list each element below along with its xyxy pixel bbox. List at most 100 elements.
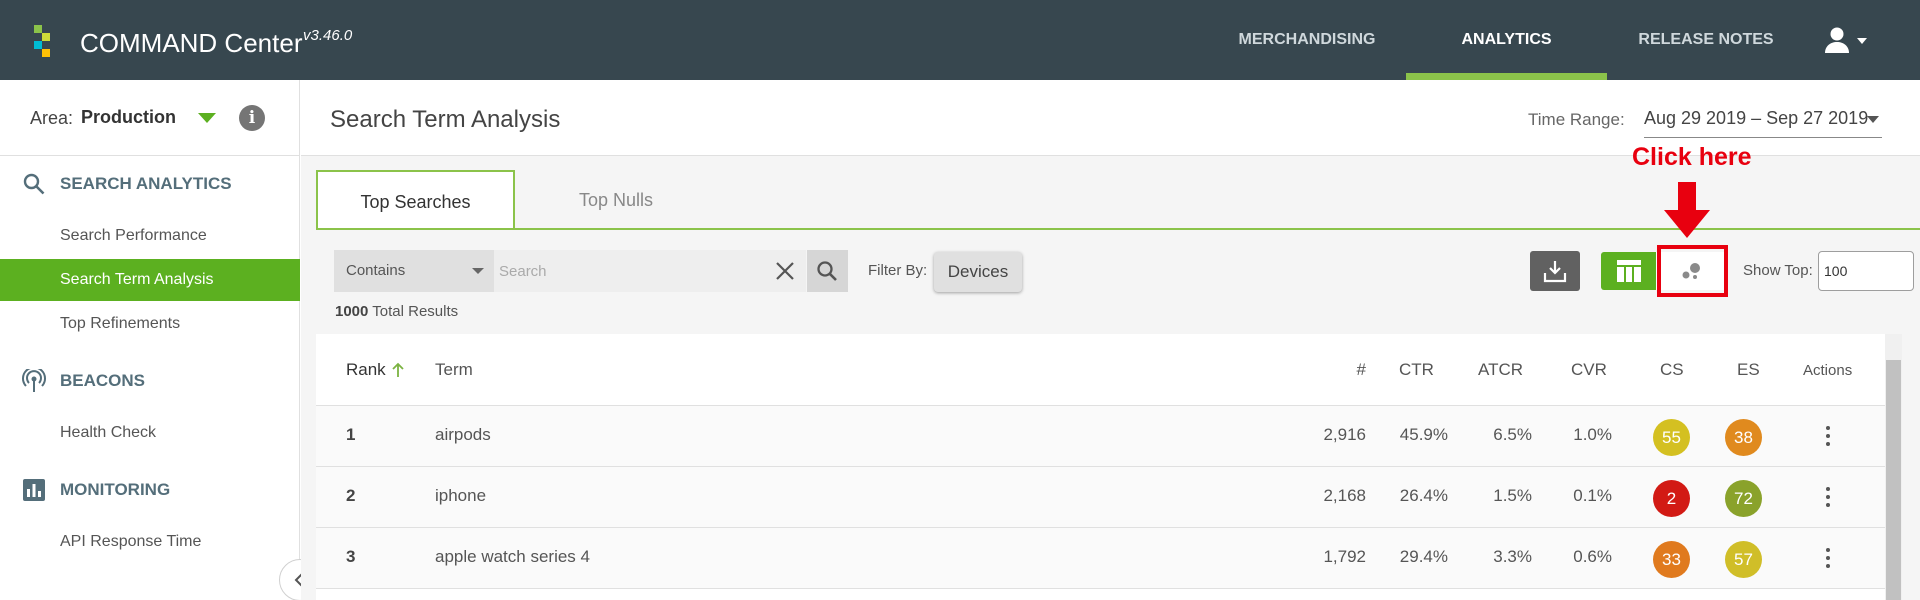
es-badge: 57: [1725, 541, 1762, 578]
section-monitoring: MONITORING: [0, 470, 300, 510]
es-badge: 72: [1725, 480, 1762, 517]
beacon-icon: [22, 366, 46, 393]
term-cell[interactable]: apple watch series 4: [435, 547, 590, 567]
sidebar-item-search-term-analysis[interactable]: Search Term Analysis: [0, 259, 300, 301]
match-type-value: Contains: [346, 262, 406, 279]
match-type-select[interactable]: Contains: [334, 250, 494, 292]
sidebar-item-api-response-time[interactable]: API Response Time: [0, 521, 300, 563]
close-icon[interactable]: [774, 260, 796, 282]
area-label: Area:: [30, 108, 74, 128]
sidebar: Area: Production i SEARCH ANALYTICS Sear…: [0, 80, 300, 600]
rank-cell: 3: [346, 547, 356, 566]
section-title: MONITORING: [60, 480, 171, 499]
highlight-box: [1657, 245, 1728, 297]
cs-badge: 2: [1653, 480, 1690, 517]
nav-analytics[interactable]: ANALYTICS: [1406, 0, 1607, 80]
time-range-select[interactable]: Aug 29 2019 – Sep 27 2019: [1644, 100, 1882, 138]
section-title: SEARCH ANALYTICS: [60, 174, 232, 193]
table-view-button[interactable]: [1601, 252, 1656, 290]
cs-badge: 33: [1653, 541, 1690, 578]
total-results: 1000 Total Results: [335, 303, 458, 320]
chart-icon: [22, 478, 46, 502]
user-icon[interactable]: [1824, 26, 1850, 54]
ctr-cell: 29.4%: [1399, 547, 1448, 566]
count-cell: 2,168: [1323, 486, 1366, 505]
col-cvr[interactable]: CVR: [1571, 360, 1607, 380]
col-term[interactable]: Term: [435, 360, 473, 380]
more-actions-icon[interactable]: [1816, 485, 1840, 509]
term-cell[interactable]: airpods: [435, 425, 491, 445]
count-cell: 2,916: [1323, 425, 1366, 444]
table-header: Rank Term # CTR ATCR CVR CS ES Actions: [316, 334, 1885, 406]
top-bar: COMMAND Center v3.46.0 MERCHANDISING ANA…: [0, 0, 1920, 80]
sidebar-item-health-check[interactable]: Health Check: [0, 412, 300, 454]
chevron-down-icon: [472, 268, 484, 274]
time-range-value: Aug 29 2019 – Sep 27 2019: [1644, 108, 1869, 128]
atcr-cell: 3.3%: [1493, 547, 1532, 566]
cvr-cell: 0.1%: [1573, 486, 1612, 505]
chevron-down-icon[interactable]: [198, 113, 216, 123]
arrow-down-icon: [1664, 182, 1710, 238]
table-row[interactable]: 1 airpods 2,916 45.9% 6.5% 1.0% 55 38: [316, 406, 1885, 467]
col-cs[interactable]: CS: [1660, 360, 1684, 380]
sort-ascending-icon[interactable]: [391, 362, 405, 378]
table-row[interactable]: 2 iphone 2,168 26.4% 1.5% 0.1% 2 72: [316, 467, 1885, 528]
more-actions-icon[interactable]: [1816, 424, 1840, 448]
section-title: BEACONS: [60, 371, 146, 390]
term-cell[interactable]: iphone: [435, 486, 486, 506]
col-rank[interactable]: Rank: [346, 360, 386, 380]
search-button[interactable]: [807, 250, 848, 292]
area-value[interactable]: Production: [81, 107, 176, 128]
atcr-cell: 6.5%: [1493, 425, 1532, 444]
total-results-suffix: Total Results: [368, 303, 459, 320]
download-icon: [1543, 261, 1567, 283]
cvr-cell: 0.6%: [1573, 547, 1612, 566]
time-range-label: Time Range:: [1528, 110, 1625, 129]
app-logo[interactable]: [34, 25, 58, 57]
rank-cell: 1: [346, 425, 356, 444]
scrollbar-thumb[interactable]: [1886, 360, 1901, 600]
results-table: Rank Term # CTR ATCR CVR CS ES Actions 1…: [316, 334, 1885, 600]
cvr-cell: 1.0%: [1573, 425, 1612, 444]
chevron-down-icon[interactable]: [1857, 38, 1867, 44]
cs-badge: 55: [1653, 419, 1690, 456]
app-version: v3.46.0: [303, 27, 353, 44]
nav-active-indicator: [1406, 73, 1607, 80]
ctr-cell: 45.9%: [1399, 425, 1448, 444]
es-badge: 38: [1725, 419, 1762, 456]
nav-merchandising[interactable]: MERCHANDISING: [1222, 0, 1392, 80]
count-cell: 1,792: [1323, 547, 1366, 566]
table-row[interactable]: 3 apple watch series 4 1,792 29.4% 3.3% …: [316, 528, 1885, 589]
more-actions-icon[interactable]: [1816, 546, 1840, 570]
col-atcr[interactable]: ATCR: [1478, 360, 1523, 380]
tab-top-nulls[interactable]: Top Nulls: [515, 170, 717, 230]
click-here-annotation: Click here: [1632, 143, 1752, 171]
table-icon: [1617, 260, 1641, 282]
app-title: COMMAND Center: [80, 28, 303, 58]
section-search-analytics: SEARCH ANALYTICS: [0, 164, 300, 204]
info-icon[interactable]: i: [239, 105, 265, 131]
col-es[interactable]: ES: [1737, 360, 1760, 380]
filter-by-label: Filter By:: [868, 262, 928, 279]
download-button[interactable]: [1530, 251, 1580, 291]
col-count[interactable]: #: [1326, 360, 1366, 380]
col-ctr[interactable]: CTR: [1399, 360, 1434, 380]
search-icon: [22, 172, 46, 196]
total-results-count: 1000: [335, 303, 369, 320]
devices-filter-button[interactable]: Devices: [934, 252, 1022, 292]
show-top-label: Show Top:: [1743, 262, 1813, 279]
sidebar-item-top-refinements[interactable]: Top Refinements: [0, 303, 300, 345]
atcr-cell: 1.5%: [1493, 486, 1532, 505]
search-input[interactable]: [494, 250, 806, 292]
tab-top-searches[interactable]: Top Searches: [316, 170, 515, 230]
logo-square: [34, 25, 42, 33]
sidebar-item-search-performance[interactable]: Search Performance: [0, 215, 300, 257]
logo-square: [42, 33, 50, 41]
nav-release-notes[interactable]: RELEASE NOTES: [1598, 0, 1814, 80]
show-top-input[interactable]: [1818, 251, 1914, 291]
chevron-down-icon: [1867, 116, 1879, 123]
logo-square: [34, 41, 42, 49]
col-actions: Actions: [1803, 362, 1853, 379]
search-icon: [817, 261, 837, 281]
page-title: Search Term Analysis: [330, 106, 561, 133]
